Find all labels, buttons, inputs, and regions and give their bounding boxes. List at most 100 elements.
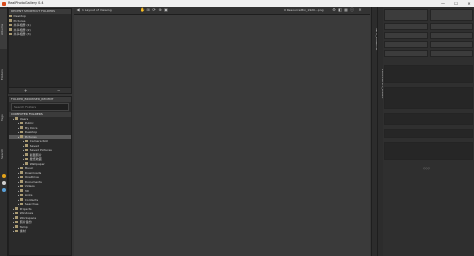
tree-item-label: Contacts [24, 197, 39, 202]
folder-icon [25, 162, 29, 165]
property-section[interactable] [384, 87, 473, 109]
tree-item-label: 截图照片 [29, 152, 42, 157]
tree-item-label: Desktop [24, 130, 38, 134]
folder-icon [20, 166, 24, 170]
nav-back-icon[interactable]: ◀ [76, 8, 80, 12]
tree-item-label: Downloads [24, 170, 42, 175]
properties-panel: ◇◇◇ [383, 7, 474, 256]
folder-icon [25, 144, 29, 147]
folder-icon [20, 184, 24, 188]
property-field[interactable] [430, 50, 473, 57]
property-field[interactable] [384, 50, 428, 57]
property-field[interactable] [384, 9, 428, 21]
rotate-icon[interactable]: ⟳ [152, 8, 156, 12]
folder-icon [9, 19, 12, 22]
minimize-button[interactable]: — [440, 0, 446, 7]
tree-item-label: Projects [19, 206, 32, 211]
property-field[interactable] [430, 23, 473, 30]
folder-icon [25, 148, 29, 152]
settings-icon[interactable]: ⚙ [332, 8, 336, 12]
folder-icon [9, 32, 12, 36]
album-item[interactable]: 共享相册 (3) [9, 32, 71, 37]
folder-icon [15, 229, 19, 233]
folder-icon [9, 14, 12, 18]
grid-icon[interactable]: ▦ [344, 8, 348, 12]
folder-icon [25, 139, 29, 143]
tree-item-label: Temp [19, 224, 28, 229]
maximize-button[interactable]: ☐ [453, 0, 459, 7]
tree-item[interactable]: ▸ 素材 [9, 229, 71, 234]
folder-icon [20, 189, 24, 192]
second-viewer-tab[interactable]: 0 ResourceMix_1920...png [284, 8, 324, 13]
folder-icon [9, 28, 12, 31]
folder-icon [25, 153, 29, 156]
folder-tree: ▸ Users ▸ Public ▸ My Docs ▸ Desktop ▸ Pictures ▸ C… [9, 117, 71, 234]
viewer-tab[interactable]: 1 Layout of Viewing [82, 8, 112, 13]
tree-item-label: Windows [19, 211, 34, 215]
close-button[interactable]: ✕ [466, 0, 472, 7]
add-album-button[interactable]: + [24, 88, 27, 93]
property-field[interactable] [430, 41, 473, 48]
browser-panel-title: FOLDER_BROWSER_RECENT [9, 97, 71, 102]
tree-item-label: Documents [24, 179, 42, 184]
expand-arrow-icon[interactable]: ▸ [13, 230, 14, 233]
title-bar: RealPhotoGallery 0.4 — ☐ ✕ [0, 0, 474, 7]
tree-item-label: OneDrive [24, 175, 39, 179]
bookmark-icon[interactable]: ◧ [338, 8, 342, 12]
tree-item-label: Saved [29, 143, 40, 148]
property-field[interactable] [384, 41, 428, 48]
viewer-toolbar: ◀ 1 Layout of Viewing ✋ ⊞ ⟳ ⊕ ▣ 0 Resour… [74, 7, 370, 15]
folder-icon [15, 207, 19, 210]
tab-tags[interactable]: Tags [0, 103, 7, 133]
folder-icon [20, 202, 24, 206]
tree-item-label: Workspace [19, 215, 37, 220]
star-icon[interactable] [1, 174, 6, 178]
folder-icon [20, 130, 24, 134]
zoom-icon[interactable]: ⊕ [158, 8, 162, 12]
globe-icon[interactable] [1, 181, 6, 185]
image-viewer[interactable] [74, 15, 370, 256]
crop-icon[interactable]: ⊞ [146, 8, 150, 12]
tree-item-label: 3D [24, 188, 29, 193]
hand-icon[interactable]: ✋ [140, 8, 145, 12]
tab-folders[interactable]: Folders [0, 55, 7, 95]
folder-icon [15, 225, 19, 228]
info-icon[interactable]: ⓘ [350, 8, 354, 12]
property-section[interactable] [384, 142, 473, 160]
property-section[interactable] [384, 65, 473, 83]
tree-item-label: Camera Roll [29, 139, 48, 143]
close-tab-icon[interactable]: ✕ [358, 8, 362, 12]
folder-icon [20, 175, 24, 179]
folder-icon [20, 171, 24, 174]
property-field[interactable] [384, 32, 428, 39]
tree-item-label: Saved Pictures [29, 148, 52, 152]
property-field[interactable] [430, 32, 473, 39]
property-section[interactable] [384, 113, 473, 125]
folder-icon [20, 135, 24, 138]
folder-icon [9, 23, 12, 27]
tree-item-label: My Docs [24, 125, 38, 130]
folder-icon [20, 121, 24, 125]
fit-icon[interactable]: ▣ [164, 8, 168, 12]
folder-icon [15, 220, 19, 224]
folder-icon [20, 180, 24, 183]
property-section[interactable] [384, 129, 473, 138]
info-icon[interactable] [1, 188, 6, 192]
tab-search[interactable]: Search [0, 139, 7, 169]
folder-search-input[interactable]: Search Folders [11, 103, 69, 111]
folder-icon [15, 117, 19, 120]
left-tab-strip: Albums Folders Tags Search [0, 7, 8, 256]
remove-album-button[interactable]: − [57, 88, 60, 93]
folder-icon [15, 216, 19, 219]
window-title: RealPhotoGallery 0.4 [8, 1, 44, 5]
tree-item-label: Pictures [24, 134, 37, 139]
albums-panel-footer: + − [9, 87, 71, 93]
folder-icon [20, 126, 24, 129]
property-field[interactable] [430, 9, 473, 21]
tab-albums[interactable]: Albums [0, 9, 7, 49]
albums-panel: RECENT SHORTCUT FOLDERS Desktop Pictures… [8, 8, 72, 94]
tree-item-label: Public [24, 121, 34, 125]
folder-icon [20, 198, 24, 201]
tree-item-label: Videos [24, 184, 35, 188]
property-field[interactable] [384, 23, 428, 30]
